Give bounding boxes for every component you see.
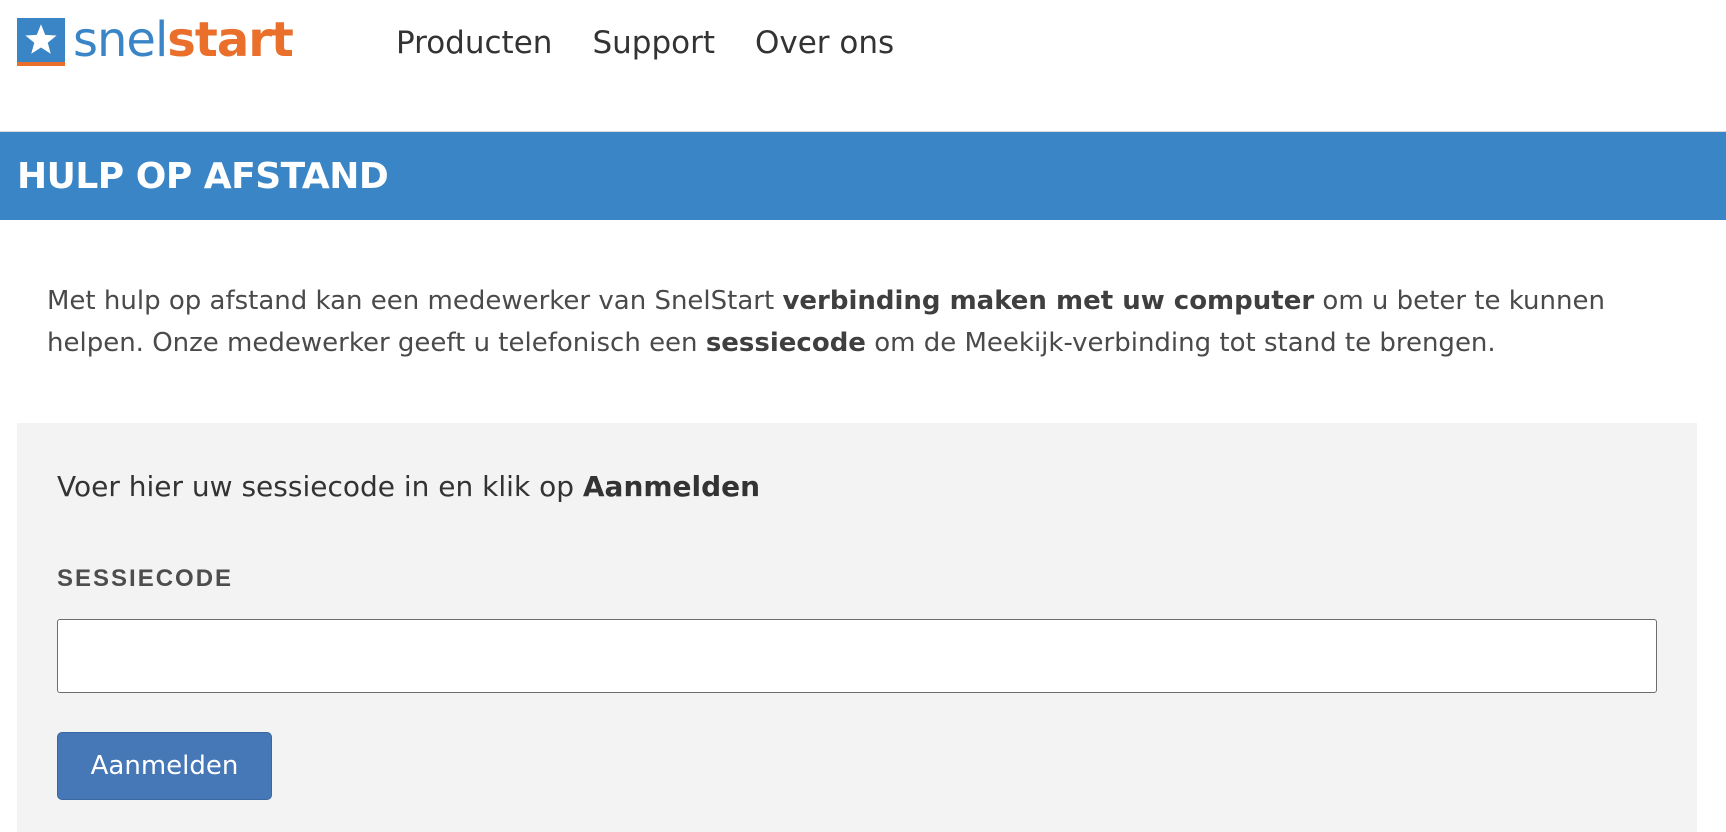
instruction-bold: Aanmelden <box>582 470 761 503</box>
logo-part-start: start <box>167 12 294 68</box>
nav-item-support[interactable]: Support <box>592 22 715 64</box>
sessiecode-input[interactable] <box>57 619 1657 693</box>
intro-bold-1: verbinding maken met uw computer <box>782 286 1315 316</box>
nav-item-producten[interactable]: Producten <box>396 22 552 64</box>
nav-item-over-ons[interactable]: Over ons <box>755 22 894 64</box>
session-form-panel: Voer hier uw sessiecode in en klik op Aa… <box>17 423 1697 832</box>
intro-paragraph: Met hulp op afstand kan een medewerker v… <box>47 280 1686 364</box>
form-instruction: Voer hier uw sessiecode in en klik op Aa… <box>57 467 760 507</box>
instruction-text: Voer hier uw sessiecode in en klik op <box>57 470 583 503</box>
page-banner: HULP OP AFSTAND <box>0 132 1726 220</box>
aanmelden-button[interactable]: Aanmelden <box>57 732 272 800</box>
intro-section: Met hulp op afstand kan een medewerker v… <box>0 220 1726 423</box>
logo-part-snel: snel <box>73 12 168 68</box>
logo-wordmark: snelstart <box>73 16 294 64</box>
site-header: snelstart Producten Support Over ons <box>0 0 1726 132</box>
star-icon <box>17 18 65 66</box>
intro-text-3: om de Meekijk-verbinding tot stand te br… <box>865 328 1496 358</box>
sessiecode-label: SESSIECODE <box>57 565 234 592</box>
intro-bold-2: sessiecode <box>705 328 866 358</box>
page-title: HULP OP AFSTAND <box>17 155 389 197</box>
snelstart-logo[interactable]: snelstart <box>17 16 294 70</box>
main-nav: Producten Support Over ons <box>396 22 894 64</box>
intro-text-1: Met hulp op afstand kan een medewerker v… <box>47 286 783 316</box>
